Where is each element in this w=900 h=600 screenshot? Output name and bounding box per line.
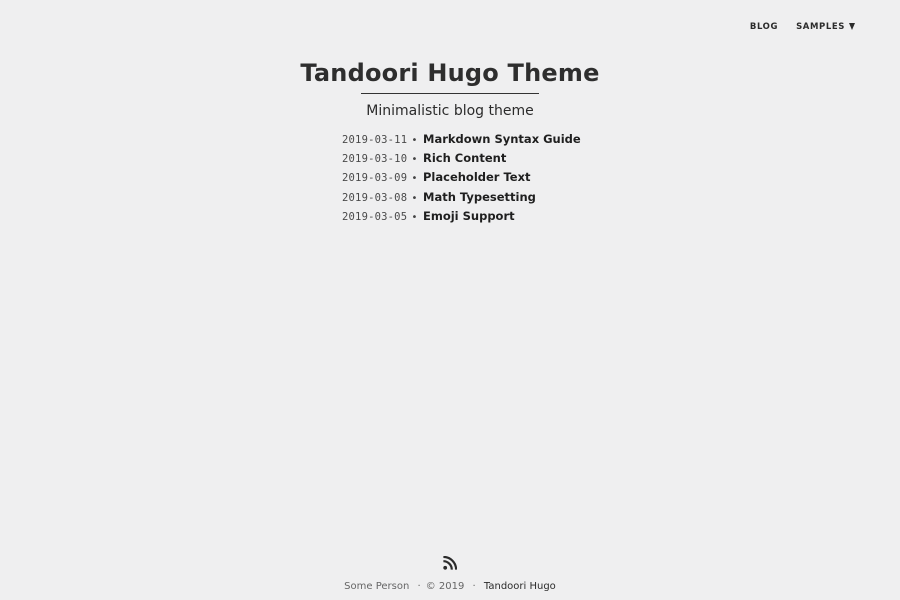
footer-copyright: © 2019 bbox=[425, 581, 465, 592]
rss-icon[interactable] bbox=[443, 555, 458, 570]
page: BLOG SAMPLES Tandoori Hugo Theme Minimal… bbox=[0, 0, 900, 600]
footer-separator: · bbox=[472, 581, 476, 592]
top-nav: BLOG SAMPLES bbox=[750, 21, 855, 33]
post-list-item: 2019-03-10 • Rich Content bbox=[342, 151, 581, 170]
nav-samples-dropdown[interactable]: SAMPLES bbox=[796, 21, 855, 33]
site-footer: Some Person · © 2019 · Tandoori Hugo bbox=[0, 580, 900, 594]
caret-down-icon[interactable] bbox=[849, 22, 855, 30]
post-title-link[interactable]: Math Typesetting bbox=[423, 190, 536, 204]
post-list-item: 2019-03-11 • Markdown Syntax Guide bbox=[342, 132, 581, 151]
post-title-link[interactable]: Rich Content bbox=[423, 151, 506, 165]
nav-blog-link[interactable]: BLOG bbox=[750, 21, 778, 33]
post-date: 2019-03-11 bbox=[342, 134, 408, 146]
post-date: 2019-03-09 bbox=[342, 172, 408, 185]
nav-samples-label[interactable]: SAMPLES bbox=[796, 21, 845, 33]
post-separator: • bbox=[411, 192, 418, 204]
title-underline bbox=[361, 93, 539, 94]
post-separator: • bbox=[411, 173, 418, 185]
site-header: Tandoori Hugo Theme Minimalistic blog th… bbox=[0, 58, 900, 121]
post-title-link[interactable]: Markdown Syntax Guide bbox=[423, 132, 581, 146]
post-separator: • bbox=[411, 154, 418, 166]
site-subtitle: Minimalistic blog theme bbox=[366, 103, 534, 119]
post-date: 2019-03-08 bbox=[342, 191, 408, 204]
site-title[interactable]: Tandoori Hugo Theme bbox=[300, 58, 599, 88]
post-list-item: 2019-03-09 • Placeholder Text bbox=[342, 170, 581, 189]
post-separator: • bbox=[411, 211, 418, 223]
post-list: 2019-03-11 • Markdown Syntax Guide 2019-… bbox=[342, 132, 581, 228]
footer-separator: · bbox=[417, 581, 421, 592]
post-list-item: 2019-03-05 • Emoji Support bbox=[342, 209, 581, 228]
post-title-link[interactable]: Placeholder Text bbox=[423, 170, 531, 184]
rss-icon-graphic bbox=[443, 555, 458, 570]
post-date: 2019-03-10 bbox=[342, 153, 408, 166]
footer-author: Some Person bbox=[344, 581, 410, 592]
footer-theme-link[interactable]: Tandoori Hugo bbox=[484, 581, 556, 592]
post-title-link[interactable]: Emoji Support bbox=[423, 209, 515, 223]
post-separator: • bbox=[411, 135, 418, 146]
post-list-item: 2019-03-08 • Math Typesetting bbox=[342, 190, 581, 209]
post-date: 2019-03-05 bbox=[342, 210, 408, 223]
